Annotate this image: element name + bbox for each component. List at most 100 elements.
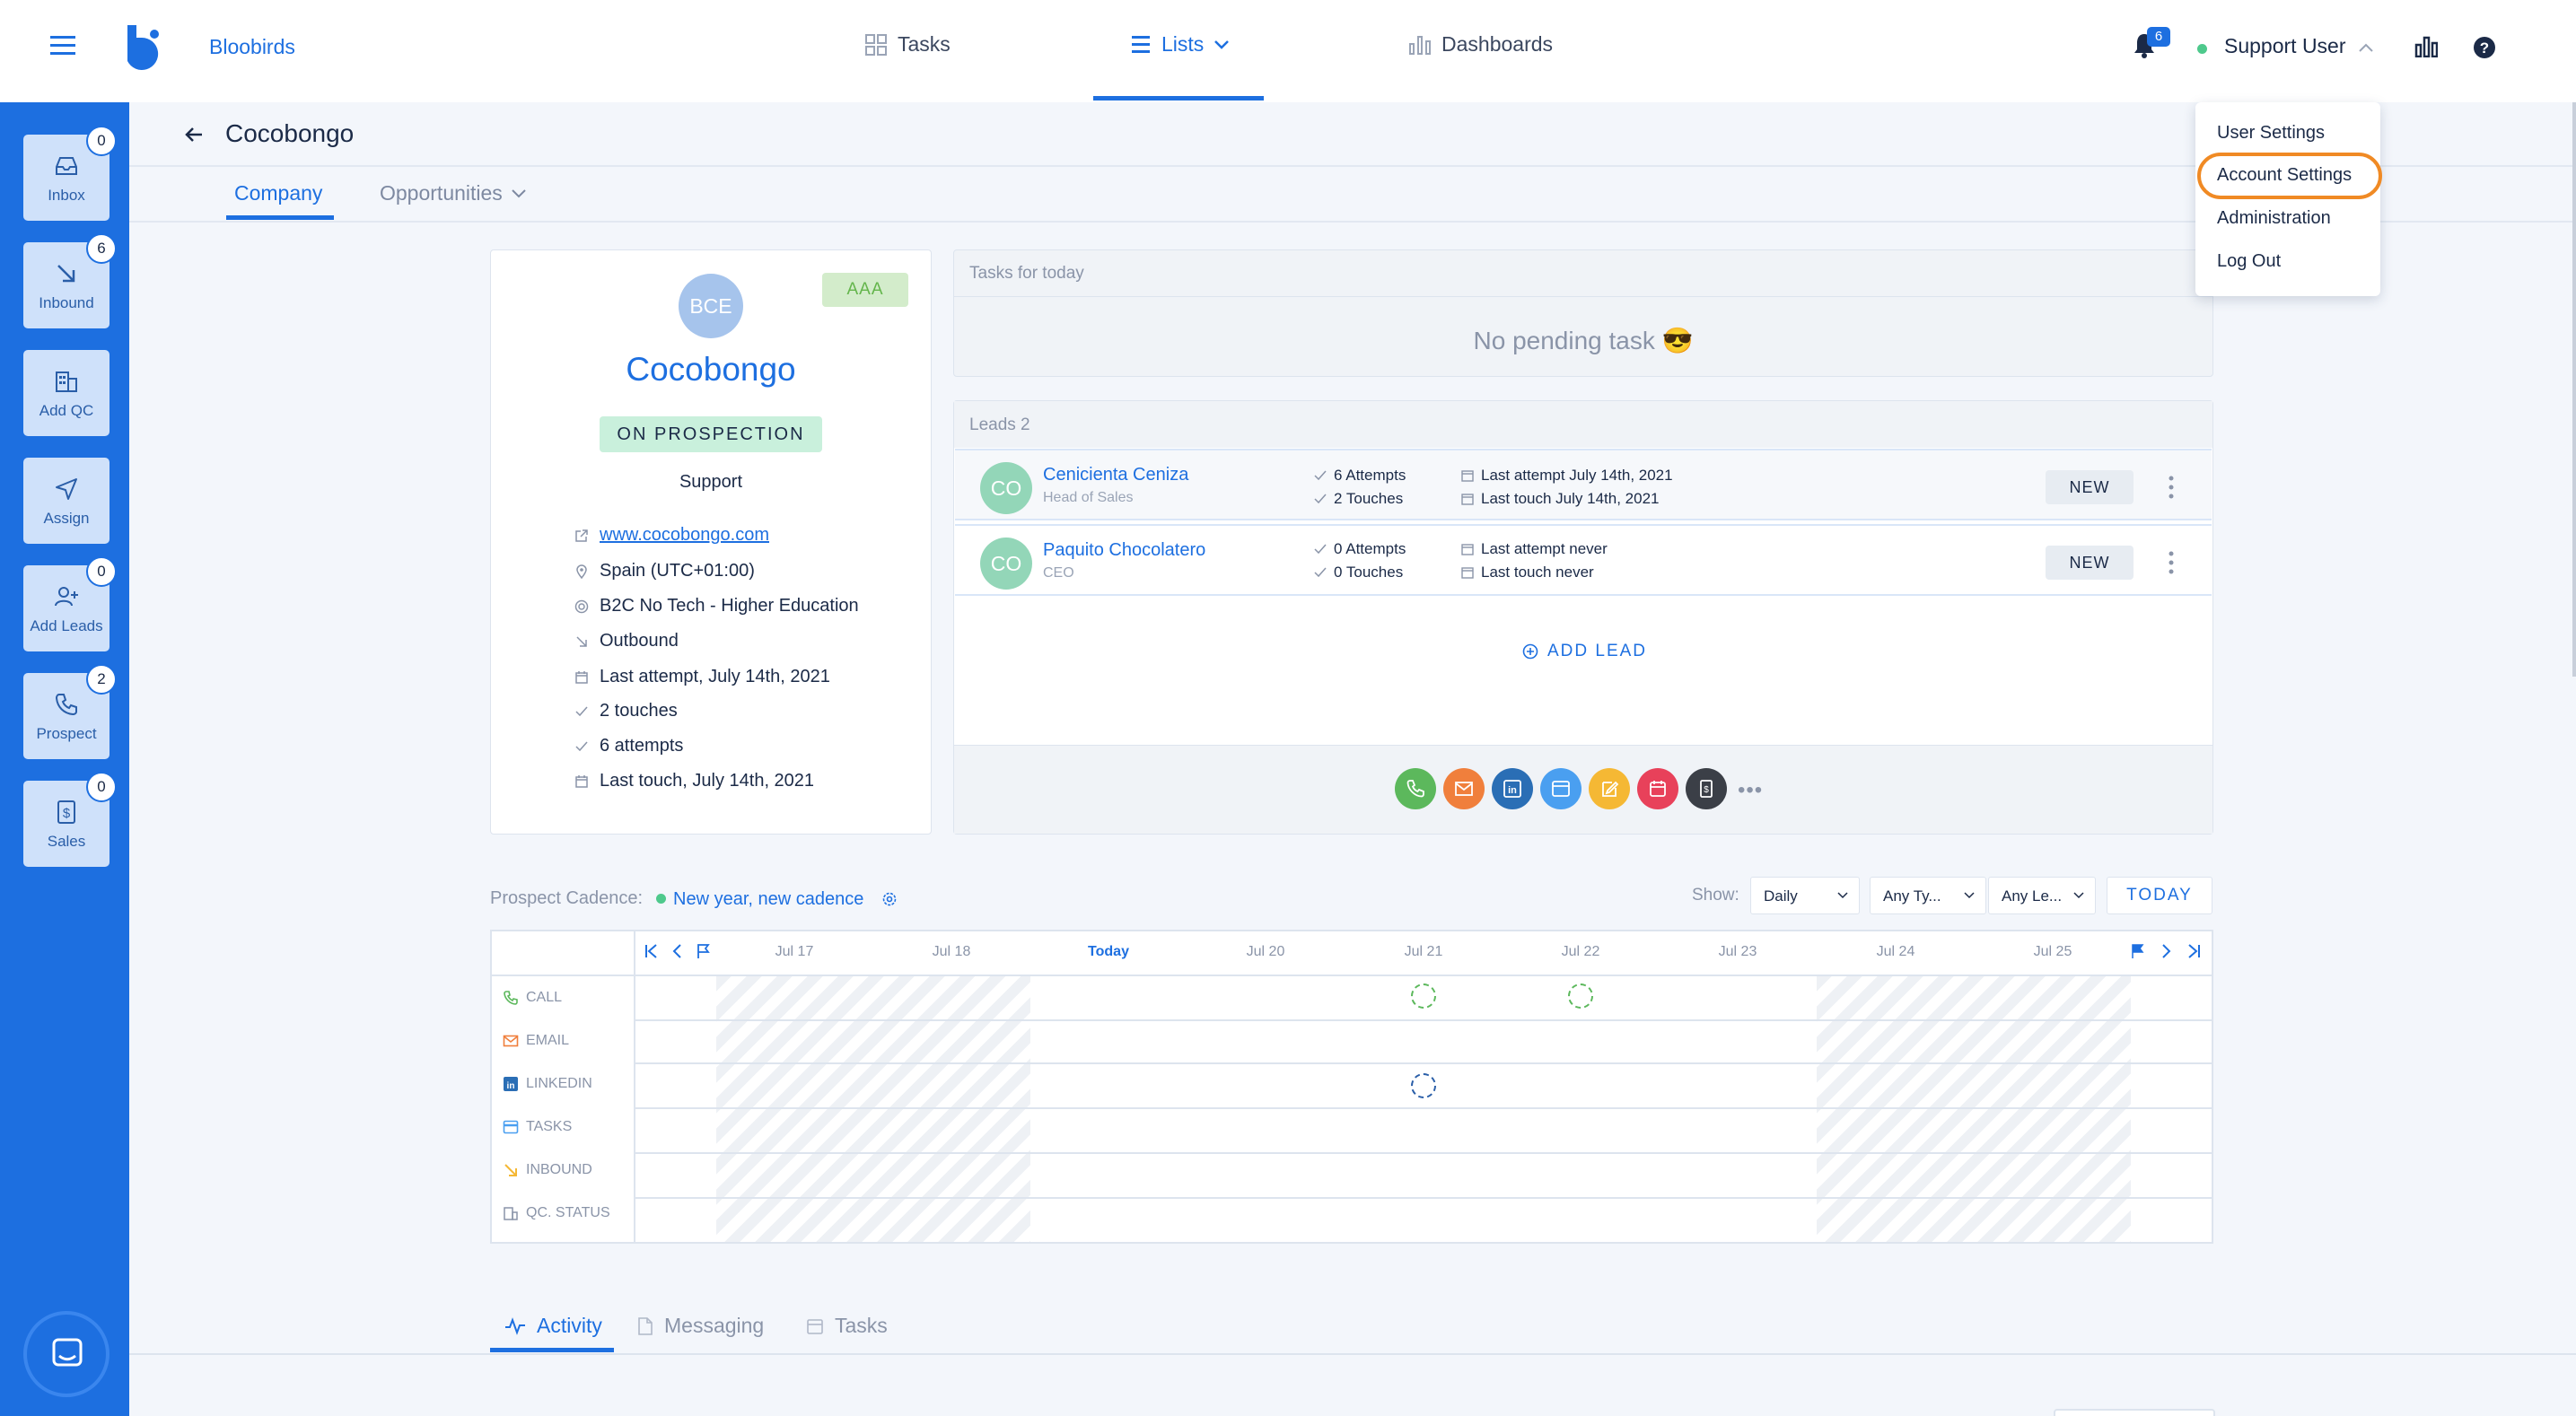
nav-tasks[interactable]: Tasks [865, 32, 951, 57]
lead-row[interactable]: CO Cenicienta Ceniza Head of Sales 6 Att… [955, 449, 2212, 520]
cadence-status-dot [656, 894, 666, 904]
scheduled-call-marker[interactable] [1411, 983, 1436, 1009]
scrollbar[interactable] [2572, 102, 2576, 677]
linkedin-action-button[interactable]: in [1492, 768, 1533, 809]
lead-last-attempt-value: Last attempt never [1481, 540, 1608, 557]
segment-row: B2C No Tech - Higher Education [574, 596, 859, 616]
lead-select[interactable]: Any Le... [1988, 877, 2096, 914]
menu-item-user-settings[interactable]: User Settings [2217, 123, 2325, 144]
tab-activity[interactable]: Activity [504, 1314, 602, 1338]
lead-role: Head of Sales [1043, 490, 1134, 505]
tasks-panel [953, 249, 2213, 377]
sidebar-item-add-leads[interactable]: Add Leads 0 [23, 556, 117, 651]
day-label: Jul 20 [1246, 944, 1285, 959]
divider [129, 1353, 2576, 1355]
building-icon [53, 368, 80, 395]
chevron-left-icon[interactable] [671, 943, 682, 959]
period-select[interactable]: Daily [1750, 877, 1860, 914]
channel-label: CALL [526, 990, 563, 1005]
website-link[interactable]: www.cocobongo.com [600, 525, 769, 546]
tab-tasks[interactable]: Tasks [806, 1314, 888, 1338]
last-page-icon[interactable] [2186, 943, 2201, 959]
sidebar-badge: 0 [86, 556, 117, 587]
nav-lists[interactable]: Lists [1131, 32, 1230, 57]
lead-avatar: CO [980, 462, 1032, 514]
calendar-icon [806, 1317, 824, 1335]
quick-actions-bar [954, 745, 2212, 834]
today-button[interactable]: TODAY [2107, 877, 2212, 914]
more-vertical-icon[interactable] [2169, 551, 2174, 574]
lead-status-badge[interactable]: NEW [2046, 470, 2134, 504]
lead-last-attempt: Last attempt never [1461, 540, 1608, 558]
building-icon [503, 1205, 519, 1221]
status-badge[interactable]: ON PROSPECTION [600, 416, 822, 452]
menu-icon[interactable] [50, 34, 75, 56]
sales-action-button[interactable]: $ [1686, 768, 1727, 809]
sidebar-item-assign[interactable]: Assign [23, 458, 110, 544]
sidebar-item-sales[interactable]: $ Sales 0 [23, 772, 117, 867]
sidebar-item-inbound[interactable]: Inbound 6 [23, 233, 117, 328]
cadence-name[interactable]: New year, new cadence [673, 889, 863, 910]
chevron-right-icon[interactable] [2161, 943, 2172, 959]
help-icon[interactable]: ? [2473, 36, 2496, 59]
brand-name[interactable]: Bloobirds [209, 35, 295, 59]
note-action-button[interactable] [1589, 768, 1630, 809]
scheduled-call-marker[interactable] [1568, 983, 1593, 1009]
sidebar-item-prospect[interactable]: Prospect 2 [23, 664, 117, 759]
flag-icon[interactable] [2131, 943, 2145, 959]
chevron-up-icon[interactable] [2359, 43, 2373, 52]
sidebar-item-inbox[interactable]: Inbox 0 [23, 126, 117, 221]
flag-outline-icon[interactable] [697, 943, 711, 959]
lead-name[interactable]: Paquito Chocolatero [1043, 540, 1205, 561]
lead-name[interactable]: Cenicienta Ceniza [1043, 465, 1188, 485]
lead-last-touch-value: Last touch never [1481, 564, 1594, 581]
email-action-button[interactable] [1443, 768, 1485, 809]
inbox-icon [53, 153, 80, 179]
first-page-icon[interactable] [644, 943, 659, 959]
type-select[interactable]: Any Ty... [1870, 877, 1986, 914]
day-label: Jul 17 [775, 944, 814, 959]
tab-opportunities-label: Opportunities [380, 181, 503, 205]
calendar-icon [1650, 781, 1666, 797]
add-lead-button[interactable]: ADD LEAD [1522, 642, 1647, 661]
check-icon [574, 704, 589, 719]
task-action-button[interactable] [1540, 768, 1582, 809]
meeting-action-button[interactable] [1637, 768, 1678, 809]
channel-linkedin: in LINKEDIN [503, 1076, 592, 1092]
lead-row[interactable]: CO Paquito Chocolatero CEO 0 Attempts 0 … [955, 524, 2212, 596]
weekend-shade [1817, 976, 2131, 1242]
chat-launcher[interactable] [27, 1315, 106, 1394]
tab-messaging[interactable]: Messaging [637, 1314, 764, 1338]
nav-dashboards[interactable]: Dashboards [1409, 32, 1553, 57]
sidebar-item-label: Inbound [39, 294, 94, 311]
tab-opportunities[interactable]: Opportunities [380, 181, 526, 205]
user-menu-trigger[interactable]: Support User [2224, 34, 2346, 58]
menu-item-log-out[interactable]: Log Out [2217, 251, 2281, 272]
call-action-button[interactable] [1395, 768, 1436, 809]
calendar-icon [1461, 543, 1474, 555]
lead-status-badge[interactable]: NEW [2046, 546, 2134, 580]
scheduled-linkedin-marker[interactable] [1411, 1073, 1436, 1098]
grid-icon [865, 33, 887, 56]
touches-value: 2 touches [600, 701, 678, 721]
top-bar [0, 0, 2576, 102]
company-name[interactable]: Cocobongo [490, 351, 932, 389]
sidebar-item-add-qc[interactable]: Add QC [23, 350, 110, 436]
list-icon [1131, 34, 1151, 56]
tab-active-indicator [226, 215, 334, 220]
analytics-icon[interactable] [2414, 36, 2438, 57]
linkedin-icon: in [1503, 780, 1521, 798]
bloobirds-logo[interactable] [124, 25, 165, 70]
activity-icon [504, 1316, 526, 1335]
tab-company[interactable]: Company [234, 181, 322, 205]
day-label: Jul 25 [2033, 944, 2072, 959]
svg-text:in: in [507, 1081, 515, 1091]
day-label: Jul 18 [932, 944, 971, 959]
lead-touches: 2 Touches [1314, 490, 1403, 508]
back-arrow-icon[interactable] [184, 125, 204, 144]
gear-icon[interactable] [881, 891, 898, 907]
source-value: Outbound [600, 631, 679, 651]
more-vertical-icon[interactable] [2169, 476, 2174, 499]
more-horizontal-icon[interactable]: ••• [1738, 778, 1763, 803]
menu-item-administration[interactable]: Administration [2217, 208, 2331, 229]
